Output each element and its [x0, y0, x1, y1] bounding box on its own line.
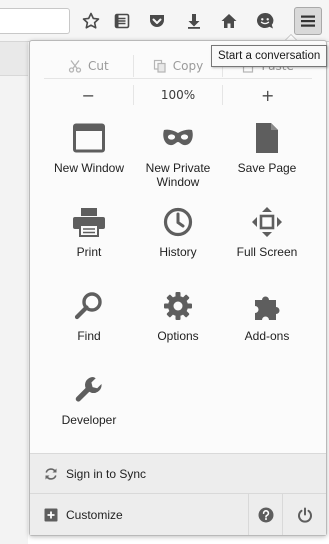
reading-list-icon[interactable] — [109, 8, 135, 34]
page-header-strip — [0, 42, 28, 76]
home-icon[interactable] — [216, 8, 242, 34]
copy-label: Copy — [172, 58, 204, 73]
menu-item-label: History — [159, 245, 197, 259]
zoom-reset-button[interactable]: 100% — [132, 85, 223, 105]
pocket-icon[interactable] — [144, 8, 170, 34]
download-icon[interactable] — [181, 8, 207, 34]
zoom-in-button[interactable]: + — [222, 85, 312, 105]
menu-item-label: Full Screen — [236, 245, 298, 259]
customize-button[interactable]: Customize — [30, 494, 248, 535]
menu-item-new-window[interactable]: New Window — [44, 121, 134, 201]
menu-item-label: Find — [77, 329, 101, 343]
url-bar[interactable] — [0, 8, 70, 34]
sync-label: Sign in to Sync — [66, 466, 147, 481]
menu-item-label: Save Page — [237, 161, 297, 175]
cut-button[interactable]: Cut — [44, 55, 133, 77]
zoom-out-button[interactable]: − — [44, 85, 133, 105]
menu-footer: Customize — [30, 493, 326, 535]
copy-icon — [153, 59, 166, 73]
menu-item-history[interactable]: History — [133, 205, 223, 285]
plus-square-icon — [44, 508, 58, 521]
bookmark-star-icon[interactable] — [78, 8, 104, 34]
menu-item-label: Developer — [61, 413, 117, 427]
menu-item-label: New Window — [53, 161, 125, 175]
customize-label: Customize — [66, 507, 123, 522]
menu-item-label: Options — [157, 329, 199, 343]
menu-item-label: Print — [76, 245, 102, 259]
page-background — [0, 42, 28, 544]
gear-icon — [161, 289, 195, 323]
puzzle-icon — [250, 289, 284, 323]
scissors-icon — [68, 59, 82, 73]
menu-item-save-page[interactable]: Save Page — [222, 121, 312, 201]
magnifier-icon — [72, 289, 106, 323]
power-icon — [297, 507, 312, 523]
quit-button[interactable] — [282, 494, 326, 535]
navigation-toolbar — [0, 0, 329, 42]
app-menu-panel: Cut Copy Paste − 100% + New Window New P… — [29, 40, 327, 536]
mask-icon — [161, 121, 195, 155]
hamburger-menu-icon[interactable] — [294, 7, 322, 35]
menu-item-developer[interactable]: Developer — [44, 373, 134, 453]
printer-icon — [72, 205, 106, 239]
window-icon — [72, 121, 106, 155]
page-icon — [250, 121, 284, 155]
menu-item-new-private-window[interactable]: New Private Window — [133, 121, 223, 201]
help-icon — [258, 507, 273, 522]
menu-item-find[interactable]: Find — [44, 289, 134, 369]
hello-chat-icon[interactable] — [252, 8, 278, 34]
zoom-controls: − 100% + — [44, 83, 312, 107]
cut-label: Cut — [87, 58, 109, 73]
tooltip: Start a conversation — [211, 45, 327, 67]
menu-item-label: New Private Window — [145, 161, 211, 189]
menu-item-label: Add-ons — [244, 329, 290, 343]
menu-item-add-ons[interactable]: Add-ons — [222, 289, 312, 369]
menu-item-options[interactable]: Options — [133, 289, 223, 369]
help-button[interactable] — [248, 494, 282, 535]
menu-item-print[interactable]: Print — [44, 205, 134, 285]
fullscreen-icon — [250, 205, 284, 239]
wrench-icon — [72, 373, 106, 407]
sync-icon — [45, 467, 57, 480]
copy-button[interactable]: Copy — [132, 54, 223, 77]
sign-in-sync-button[interactable]: Sign in to Sync — [30, 453, 326, 493]
clock-icon — [161, 205, 195, 239]
menu-item-full-screen[interactable]: Full Screen — [222, 205, 312, 285]
